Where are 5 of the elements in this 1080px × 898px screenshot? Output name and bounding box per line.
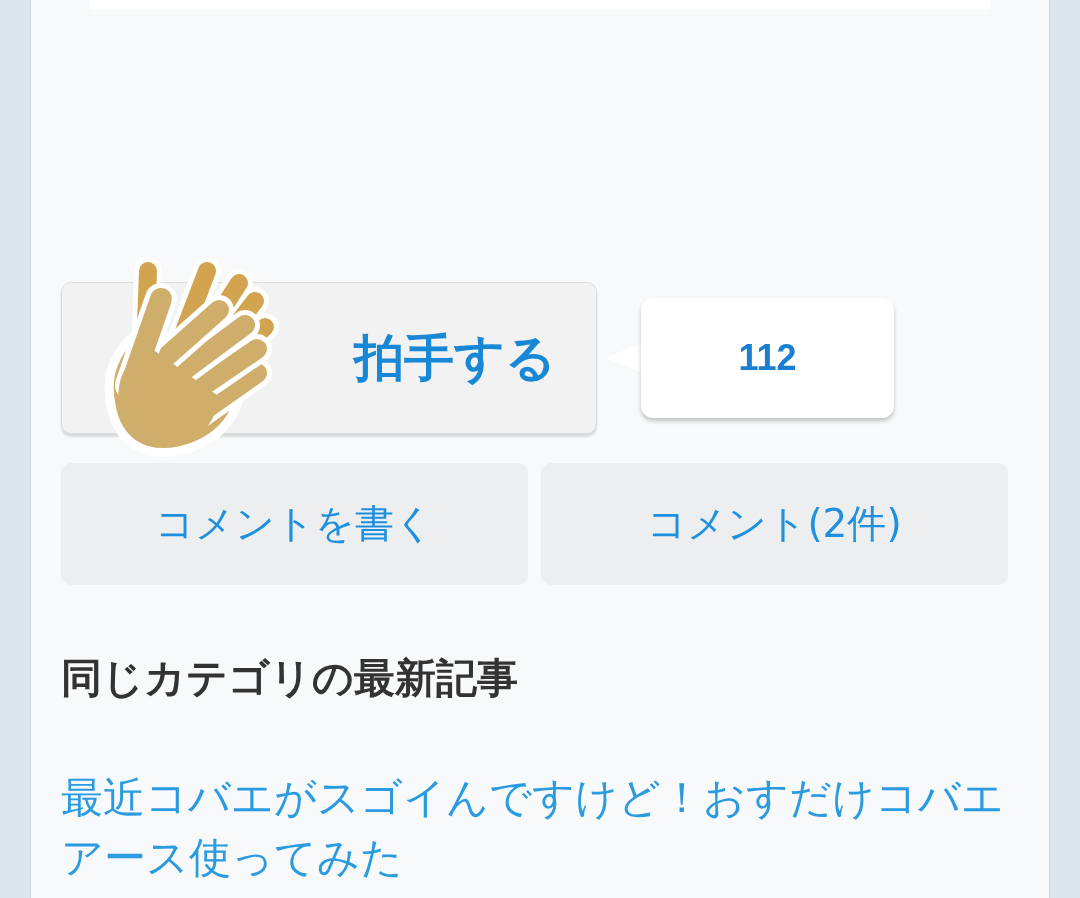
- section-heading: 同じカテゴリの最新記事: [61, 654, 519, 702]
- comment-button[interactable]: コメントを書く: [61, 463, 528, 585]
- clap-count: 112: [738, 337, 797, 379]
- comment-button[interactable]: コメント(2件): [541, 463, 1008, 585]
- article-link[interactable]: 最近コバエがスゴイんですけど！おすだけコバエアース使ってみた: [61, 768, 1008, 888]
